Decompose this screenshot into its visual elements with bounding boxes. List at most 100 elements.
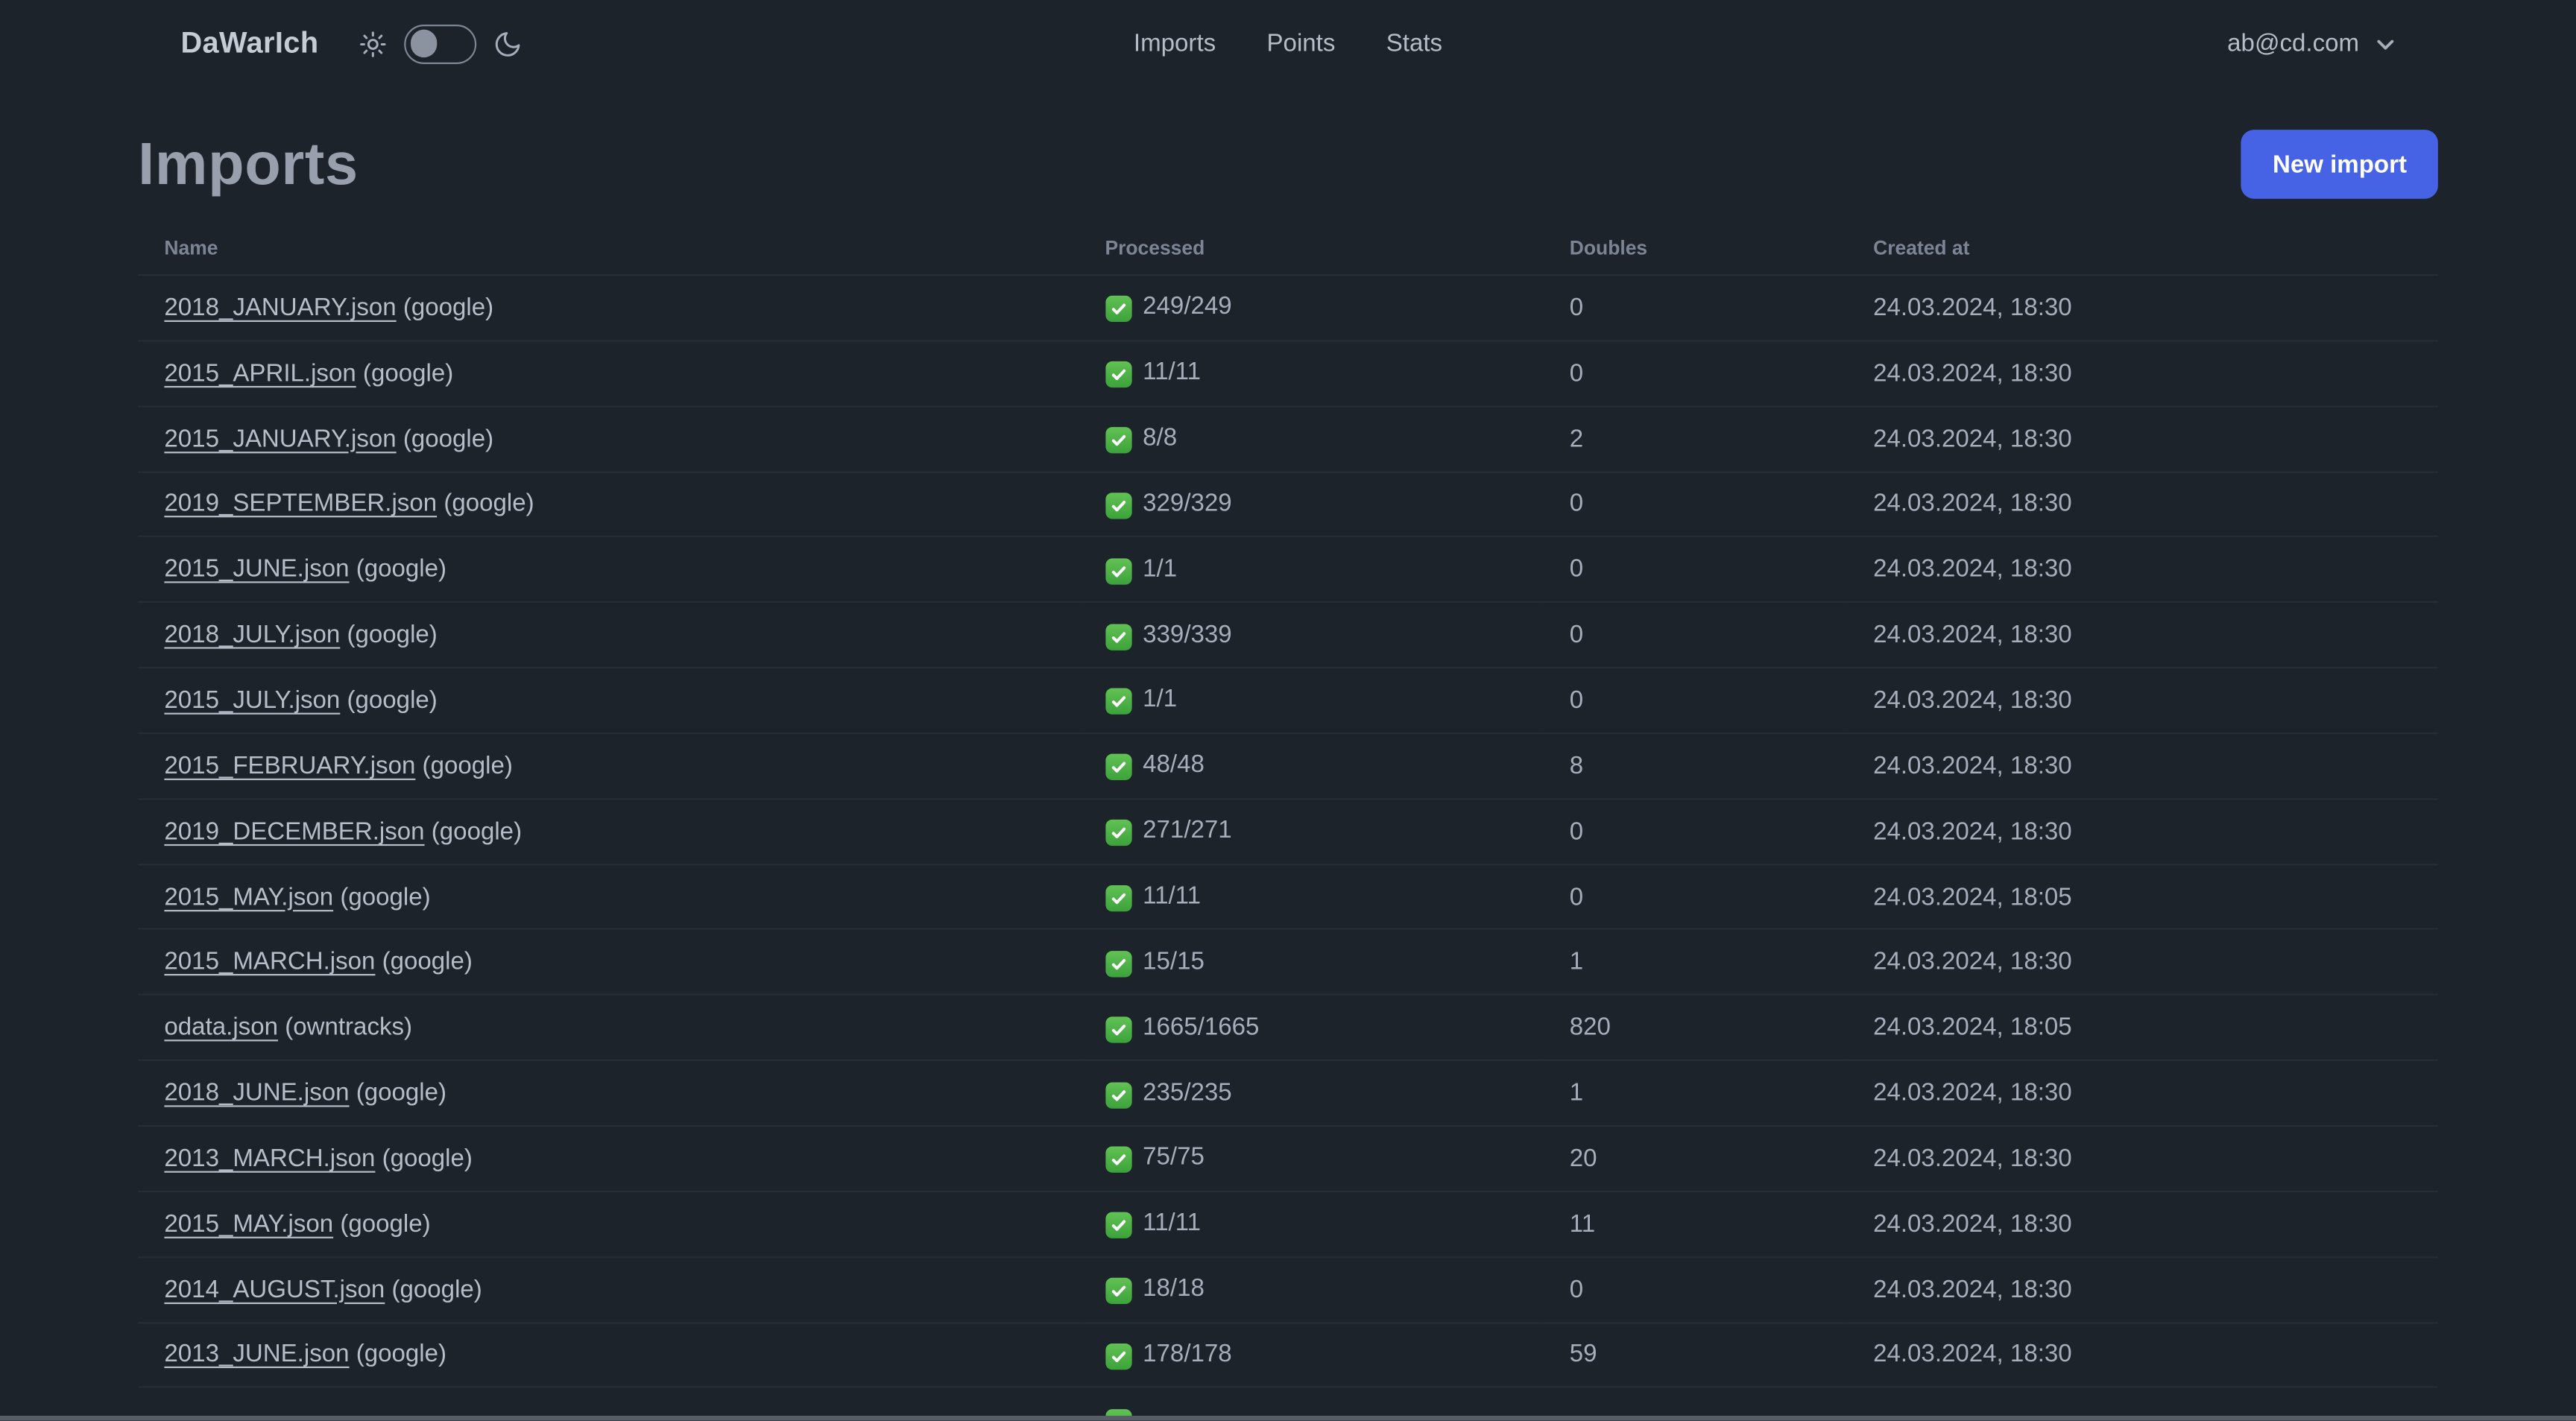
import-source-label: (owntracks) (285, 1013, 413, 1042)
name-cell: 2018_JUNE.json (google) (138, 1060, 1079, 1126)
import-source-label: (google) (340, 1209, 431, 1238)
import-source-label: (google) (356, 555, 447, 584)
name-cell: 2015_JULY.json (google) (138, 668, 1079, 733)
import-source-label: (google) (347, 621, 438, 649)
table-row: 2015_JANUARY.json (google) 8/8 2 24.03.2024… (138, 406, 2438, 472)
import-file-link[interactable]: 2018_JULY.json (164, 621, 340, 648)
name-cell: 2015_MAY.json (google) (138, 864, 1079, 930)
navbar-left: DaWarIch (180, 23, 522, 63)
created-at-cell: 24.03.2024, 18:30 (1873, 490, 2072, 519)
processed-count: 75/75 (1143, 1143, 1205, 1172)
processed-cell: 235/235 (1079, 1060, 1543, 1126)
theme-toggle-switch[interactable] (404, 23, 477, 63)
nav-link-imports[interactable]: Imports (1134, 30, 1216, 57)
name-cell: 2013_JUNE.json (google) (138, 1322, 1079, 1387)
processed-cell: 75/75 (1079, 1126, 1543, 1191)
success-check-icon (1105, 361, 1131, 388)
imports-page: Imports New import Name Processed Double… (138, 121, 2438, 1421)
table-row: 2015_MAY.json (google) 11/11 0 24.03.2024, … (138, 864, 2438, 930)
import-source-label: (google) (402, 294, 494, 322)
success-check-icon (1105, 820, 1131, 846)
import-file-link[interactable]: 2015_JULY.json (164, 686, 340, 714)
import-source-label: (google) (422, 752, 513, 780)
import-file-link[interactable]: 2013_MARCH.json (164, 1145, 375, 1172)
processed-count: 1/1 (1143, 686, 1178, 714)
import-file-link[interactable]: 2015_APRIL.json (164, 359, 356, 387)
import-file-link[interactable]: 2015_JUNE.json (164, 556, 349, 583)
doubles-cell: 20 (1569, 1145, 1597, 1173)
success-check-icon (1105, 1016, 1131, 1042)
doubles-cell: 0 (1569, 621, 1584, 649)
nav-link-stats[interactable]: Stats (1386, 30, 1442, 57)
page-title: Imports (138, 130, 359, 197)
import-file-link[interactable]: 2015_MAY.json (164, 1210, 333, 1238)
table-row: 2019_DECEMBER.json (google) 271/271 0 24.03… (138, 799, 2438, 864)
success-check-icon (1105, 754, 1131, 781)
theme-toggle[interactable] (358, 23, 522, 63)
navbar-right: ab@cd.com (2227, 30, 2397, 57)
brand-logo[interactable]: DaWarIch (180, 26, 318, 60)
new-import-button[interactable]: New import (2241, 130, 2438, 199)
created-at-cell: 24.03.2024, 18:30 (1873, 1079, 2072, 1107)
success-check-icon (1105, 1277, 1131, 1305)
table-row: 2015_FEBRUARY.json (google) 48/48 8 24.03.2… (138, 733, 2438, 799)
doubles-cell: 820 (1569, 1013, 1611, 1042)
processed-cell: 249/249 (1079, 275, 1543, 341)
import-file-link[interactable]: 2018_JANUARY.json (164, 294, 396, 321)
table-row: 2013_JUNE.json (google) 178/178 59 24.03.20… (138, 1322, 2438, 1388)
processed-count: 271/271 (1143, 816, 1232, 845)
navbar: DaWarIch Imports Points Stats ab@cd.com (0, 0, 2576, 87)
created-at-cell: 24.03.2024, 18:30 (1873, 1145, 2072, 1173)
import-file-link[interactable]: 2018_JUNE.json (164, 1079, 349, 1107)
table-row: odata.json (owntracks) 1665/1665 820 24.03.… (138, 995, 2438, 1061)
doubles-cell: 0 (1569, 882, 1584, 911)
import-file-link[interactable]: 2015_JANUARY.json (164, 425, 396, 452)
column-header-name: Name (164, 236, 218, 260)
doubles-cell: 59 (1569, 1341, 1597, 1369)
nav-link-points[interactable]: Points (1266, 30, 1335, 57)
created-at-cell: 24.03.2024, 18:30 (1873, 1209, 2072, 1238)
processed-cell: 1/1 (1079, 668, 1543, 733)
processed-count: 11/11 (1143, 882, 1201, 911)
import-file-link[interactable]: 2019_DECEMBER.json (164, 817, 424, 845)
doubles-cell: 0 (1569, 817, 1584, 846)
success-check-icon (1105, 557, 1131, 585)
name-cell: 2015_MAY.json (google) (138, 1191, 1079, 1257)
import-file-link[interactable]: 2013_JUNE.json (164, 1341, 349, 1368)
processed-cell: 8/8 (1079, 406, 1543, 472)
import-file-link[interactable]: 2019_SEPTEMBER.json (164, 490, 437, 518)
success-check-icon (1105, 689, 1131, 715)
import-source-label: (google) (340, 882, 431, 911)
import-file-link[interactable]: odata.json (164, 1013, 278, 1041)
doubles-cell: 0 (1569, 1275, 1584, 1304)
import-file-link[interactable]: 2015_MAY.json (164, 883, 333, 911)
processed-count: 8/8 (1143, 423, 1178, 452)
import-source-label: (google) (347, 686, 438, 715)
import-file-link[interactable]: 2014_AUGUST.json (164, 1276, 385, 1303)
created-at-cell: 24.03.2024, 18:30 (1873, 948, 2072, 977)
moon-icon (495, 31, 520, 56)
name-cell: 2015_MARCH.json (google) (138, 929, 1079, 995)
toggle-knob (410, 29, 438, 57)
name-cell: 2014_AUGUST.json (google) (138, 1256, 1079, 1322)
success-check-icon (1105, 296, 1131, 323)
main-nav: Imports Points Stats (1134, 0, 1442, 87)
processed-count: 1665/1665 (1143, 1013, 1260, 1041)
created-at-cell: 24.03.2024, 18:30 (1873, 425, 2072, 453)
sun-icon (360, 31, 386, 57)
processed-count: 329/329 (1143, 489, 1232, 518)
import-file-link[interactable]: 2015_MARCH.json (164, 949, 375, 976)
table-row: 2018_JULY.json (google) 339/339 0 24.03.202… (138, 602, 2438, 668)
processed-count: 1/1 (1143, 554, 1178, 583)
imports-table: Name Processed Doubles Created at 2018_J… (138, 224, 2438, 1421)
processed-count: 11/11 (1143, 358, 1201, 387)
success-check-icon (1105, 427, 1131, 454)
success-check-icon (1105, 1147, 1131, 1174)
processed-count: 249/249 (1143, 293, 1232, 321)
table-row: 2014_AUGUST.json (google) 18/18 0 24.03.202… (138, 1256, 2438, 1323)
processed-cell: 11/11 (1079, 1191, 1543, 1257)
user-menu[interactable]: ab@cd.com (2227, 30, 2397, 57)
created-at-cell: 24.03.2024, 18:30 (1873, 621, 2072, 649)
import-file-link[interactable]: 2015_FEBRUARY.json (164, 752, 415, 779)
import-source-label: (google) (382, 1145, 473, 1173)
